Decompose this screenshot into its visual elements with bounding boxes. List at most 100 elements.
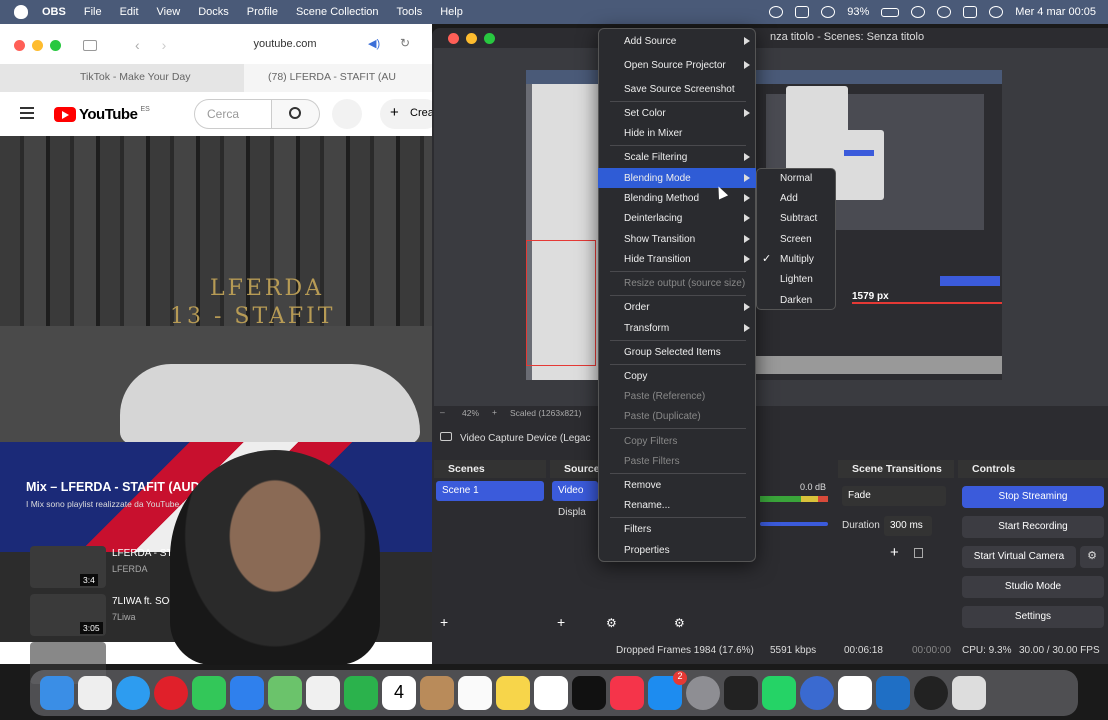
- menu-item-set-color[interactable]: Set Color: [598, 103, 756, 123]
- app-store-icon[interactable]: 2: [648, 671, 687, 710]
- wifi-icon[interactable]: [911, 6, 926, 18]
- menubar-datetime[interactable]: Mer 4 mar 00:05: [1015, 6, 1096, 18]
- menu-item-blending-mode[interactable]: Blending Mode: [598, 168, 756, 188]
- opera-icon[interactable]: [154, 676, 188, 710]
- close-icon[interactable]: [448, 32, 459, 44]
- virtual-camera-settings-gear-icon[interactable]: ⚙: [1080, 546, 1104, 568]
- menu-item-hide-in-mixer[interactable]: Hide in Mixer: [598, 123, 756, 143]
- maps-icon[interactable]: [268, 676, 302, 710]
- menu-item-group-selected-items[interactable]: Group Selected Items: [598, 342, 756, 362]
- control-center-icon[interactable]: [963, 6, 978, 18]
- blend-screen[interactable]: Screen: [756, 229, 836, 249]
- youtube-search-input[interactable]: Cerca: [194, 99, 272, 129]
- menu-tools[interactable]: Tools: [397, 6, 423, 18]
- utility-app-icon[interactable]: [800, 676, 834, 710]
- sidebar-toggle-icon[interactable]: [83, 39, 97, 51]
- launchpad-icon[interactable]: [78, 676, 112, 710]
- blend-lighten[interactable]: Lighten: [756, 269, 836, 289]
- music-icon[interactable]: [610, 676, 644, 710]
- vscode-icon[interactable]: [876, 676, 910, 710]
- source-item-display[interactable]: Displa: [552, 503, 598, 523]
- menu-item-hide-transition[interactable]: Hide Transition: [598, 249, 756, 269]
- menu-file[interactable]: File: [84, 6, 102, 18]
- address-bar[interactable]: youtube.com: [220, 38, 350, 50]
- zoom-in-icon[interactable]: +: [492, 407, 497, 417]
- menu-item-properties[interactable]: Properties: [598, 540, 756, 560]
- reminders-icon[interactable]: [458, 676, 492, 710]
- blend-multiply[interactable]: Multiply: [756, 249, 836, 269]
- menu-view[interactable]: View: [157, 6, 181, 18]
- duration-input[interactable]: 300 ms: [884, 516, 932, 536]
- menu-item-remove[interactable]: Remove: [598, 475, 756, 495]
- blend-darken[interactable]: Darken: [756, 290, 836, 310]
- menu-item-add-source[interactable]: Add Source: [598, 31, 756, 51]
- menu-item-open-source-projector[interactable]: Open Source Projector: [598, 55, 756, 75]
- menu-item-deinterlacing[interactable]: Deinterlacing: [598, 208, 756, 228]
- notes-icon[interactable]: [496, 676, 530, 710]
- trash-icon[interactable]: [952, 676, 986, 710]
- messages-icon[interactable]: [192, 676, 226, 710]
- start-recording-button[interactable]: Start Recording: [962, 516, 1104, 538]
- blend-normal[interactable]: Normal: [756, 168, 836, 188]
- tab-youtube[interactable]: (78) LFERDA - STAFIT (AU: [244, 64, 432, 92]
- add-transition-icon[interactable]: +: [890, 544, 899, 561]
- contacts-icon[interactable]: [420, 676, 454, 710]
- siri-icon[interactable]: [989, 6, 1004, 18]
- spotlight-search-icon[interactable]: [937, 6, 952, 18]
- zoom-out-icon[interactable]: –: [440, 407, 445, 417]
- menu-profile[interactable]: Profile: [247, 6, 278, 18]
- volume-slider[interactable]: [760, 522, 828, 526]
- maximize-icon[interactable]: [50, 39, 61, 51]
- finder-icon[interactable]: [40, 676, 74, 710]
- photos-icon[interactable]: [306, 676, 340, 710]
- menu-edit[interactable]: Edit: [120, 6, 139, 18]
- system-settings-icon[interactable]: [686, 676, 720, 710]
- menu-help[interactable]: Help: [440, 6, 463, 18]
- menu-docks[interactable]: Docks: [198, 6, 229, 18]
- source-settings-gear-icon[interactable]: ⚙: [606, 616, 617, 630]
- reload-icon[interactable]: ↻: [400, 36, 410, 50]
- minimize-icon[interactable]: [466, 32, 477, 44]
- studio-mode-button[interactable]: Studio Mode: [962, 576, 1104, 598]
- menu-item-transform[interactable]: Transform: [598, 318, 756, 338]
- transition-select[interactable]: Fade: [842, 486, 946, 506]
- menu-item-copy[interactable]: Copy: [598, 366, 756, 386]
- tab-tiktok[interactable]: TikTok - Make Your Day: [0, 64, 244, 92]
- numbers-icon[interactable]: [838, 676, 872, 710]
- back-icon[interactable]: ‹: [135, 37, 140, 53]
- trash-icon[interactable]: [914, 548, 923, 558]
- menu-item-paste-reference[interactable]: Paste (Reference): [598, 386, 756, 406]
- blend-add[interactable]: Add: [756, 188, 836, 208]
- youtube-video-player[interactable]: LFERDA 13 - STAFIT: [0, 136, 432, 466]
- menu-item-save-source-screenshot[interactable]: Save Source Screenshot: [598, 79, 756, 99]
- source-selection-outline[interactable]: [526, 240, 596, 366]
- menu-item-rename[interactable]: Rename...: [598, 495, 756, 515]
- forward-icon[interactable]: ›: [162, 37, 167, 53]
- settings-button[interactable]: Settings: [962, 606, 1104, 628]
- menu-item-blending-method[interactable]: Blending Method: [598, 188, 756, 208]
- apple-icon[interactable]: [14, 5, 28, 19]
- audio-icon[interactable]: ◀): [368, 37, 380, 50]
- safari-icon[interactable]: [116, 676, 150, 710]
- mail-icon[interactable]: [230, 676, 264, 710]
- play-status-icon[interactable]: [821, 6, 836, 18]
- menu-item-copy-filters[interactable]: Copy Filters: [598, 431, 756, 451]
- menu-item-resize-output[interactable]: Resize output (source size): [598, 273, 756, 293]
- facetime-icon[interactable]: [344, 676, 378, 710]
- menu-scene-collection[interactable]: Scene Collection: [296, 6, 379, 18]
- obs-status-icon[interactable]: [769, 6, 784, 18]
- freeform-icon[interactable]: [534, 676, 568, 710]
- whatsapp-icon[interactable]: [762, 676, 796, 710]
- minimize-icon[interactable]: [32, 39, 43, 51]
- menu-item-filters[interactable]: Filters: [598, 519, 756, 539]
- apple-tv-icon[interactable]: [572, 676, 606, 710]
- battery-icon[interactable]: [881, 7, 900, 17]
- hamburger-menu-icon[interactable]: [20, 107, 34, 119]
- start-virtual-camera-button[interactable]: Start Virtual Camera: [962, 546, 1076, 568]
- mixer-settings-gear-icon[interactable]: ⚙: [674, 616, 685, 630]
- menu-app-name[interactable]: OBS: [42, 6, 66, 18]
- menu-item-paste-duplicate[interactable]: Paste (Duplicate): [598, 406, 756, 426]
- menu-item-paste-filters[interactable]: Paste Filters: [598, 451, 756, 471]
- menu-item-show-transition[interactable]: Show Transition: [598, 229, 756, 249]
- screen-share-icon[interactable]: [795, 6, 810, 18]
